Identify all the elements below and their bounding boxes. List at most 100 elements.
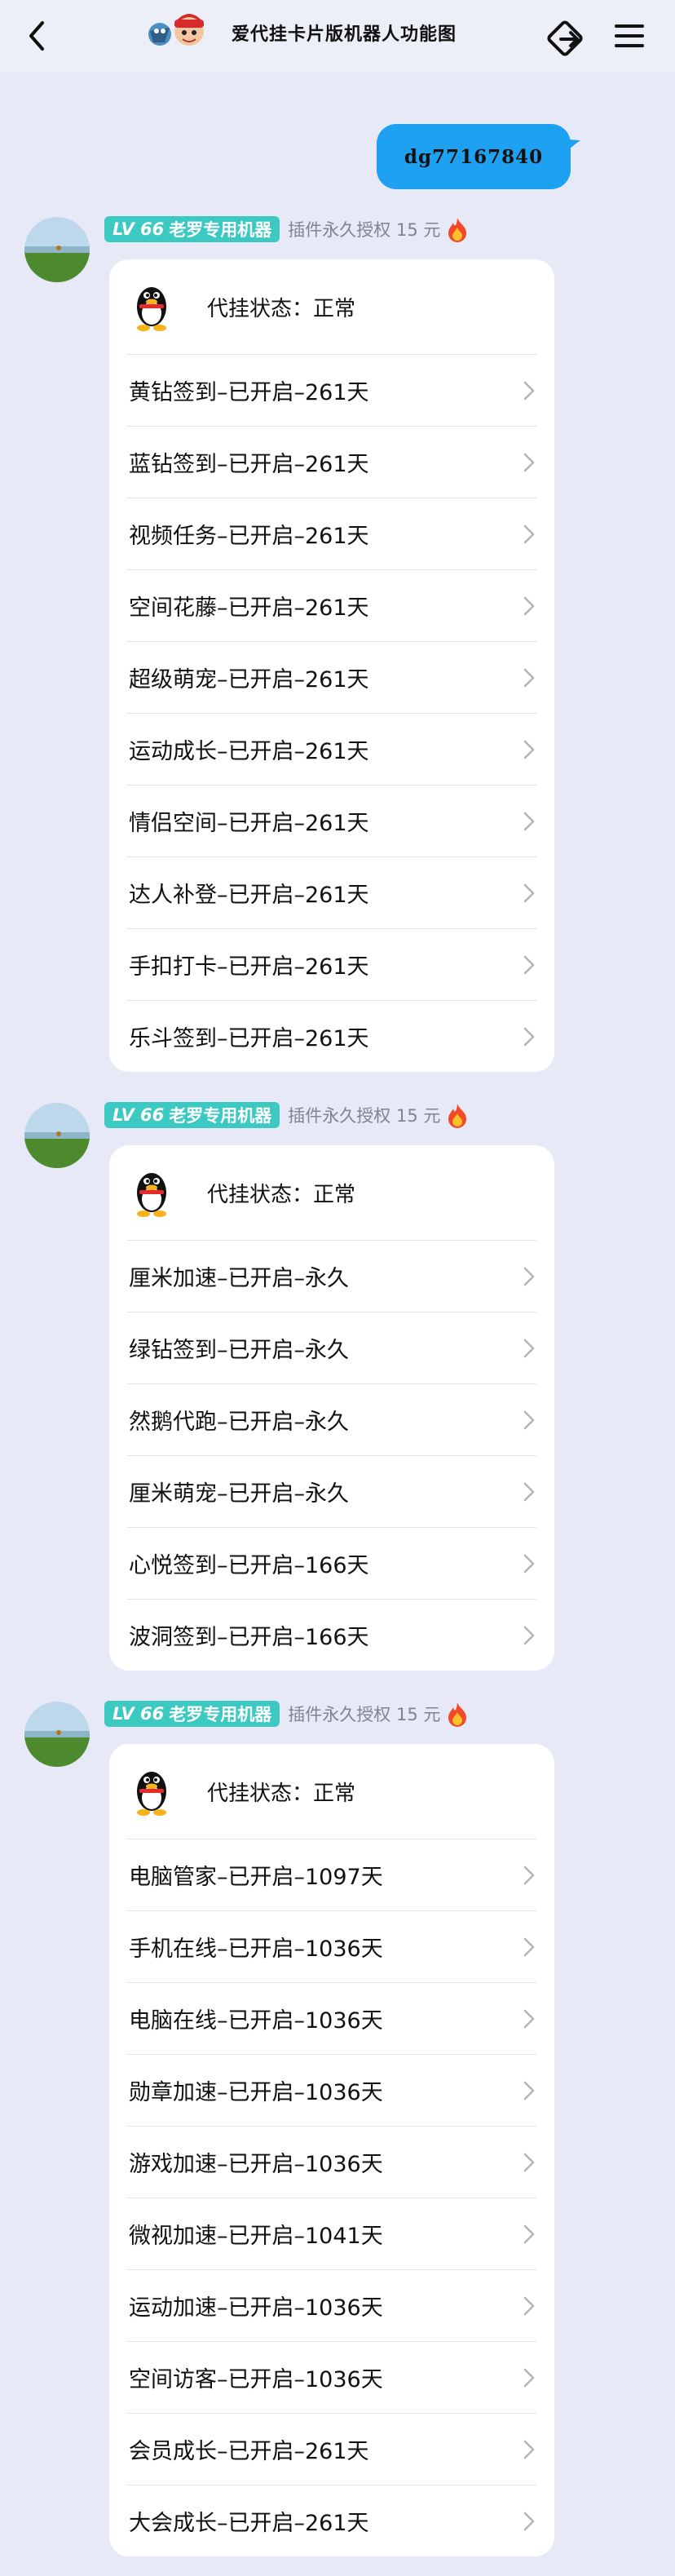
list-item[interactable]: 勋章加速–已开启–1036天 xyxy=(127,2054,536,2126)
chevron-right-icon xyxy=(523,2224,535,2244)
nav-header: 爱代挂卡片版机器人功能图 xyxy=(0,0,675,72)
item-label: 乐斗签到–已开启–261天 xyxy=(129,1026,369,1051)
list-item[interactable]: 空间花藤–已开启–261天 xyxy=(127,569,536,641)
status-text: 代挂状态：正常 xyxy=(207,296,356,321)
status-text: 代挂状态：正常 xyxy=(207,1781,356,1806)
level-badge: LV 66 老罗专用机器 xyxy=(104,216,280,242)
item-label: 微视加速–已开启–1041天 xyxy=(129,2224,383,2249)
auth-text: 插件永久授权 15 元 xyxy=(288,1705,441,1724)
item-label: 视频任务–已开启–261天 xyxy=(129,524,369,549)
status-card: 代挂状态：正常 电脑管家–已开启–1097天 手机在线–已开启–1036天 电脑… xyxy=(109,1744,554,2556)
item-label: 达人补登–已开启–261天 xyxy=(129,883,369,908)
item-label: 大会成长–已开启–261天 xyxy=(129,2511,369,2536)
list-item[interactable]: 电脑在线–已开启–1036天 xyxy=(127,1982,536,2054)
item-label: 然鹅代跑–已开启–永久 xyxy=(129,1410,349,1435)
penguin-icon xyxy=(137,1173,166,1217)
avatar[interactable] xyxy=(24,1103,90,1168)
sender-name: 老罗专用机器 xyxy=(169,220,272,240)
chevron-right-icon xyxy=(523,1554,535,1573)
list-item[interactable]: 微视加速–已开启–1041天 xyxy=(127,2198,536,2269)
list-item[interactable]: 会员成长–已开启–261天 xyxy=(127,2413,536,2485)
chevron-right-icon xyxy=(523,1027,535,1047)
item-label: 情侣空间–已开启–261天 xyxy=(129,811,369,836)
item-label: 厘米萌宠–已开启–永久 xyxy=(129,1481,349,1507)
level-label: LV 66 xyxy=(112,1704,165,1724)
chevron-right-icon xyxy=(523,1937,535,1957)
chevron-right-icon xyxy=(523,524,535,544)
chevron-right-icon xyxy=(523,1482,535,1502)
list-item[interactable]: 手机在线–已开启–1036天 xyxy=(127,1910,536,1982)
back-icon[interactable] xyxy=(21,18,54,54)
list-item[interactable]: 大会成长–已开启–261天 xyxy=(127,2485,536,2556)
item-label: 电脑在线–已开启–1036天 xyxy=(129,2008,383,2034)
chevron-right-icon xyxy=(523,1339,535,1358)
list-item[interactable]: 然鹅代跑–已开启–永久 xyxy=(127,1383,536,1455)
list-item[interactable]: 运动加速–已开启–1036天 xyxy=(127,2269,536,2341)
item-label: 电脑管家–已开启–1097天 xyxy=(129,1865,383,1890)
item-label: 蓝钻签到–已开启–261天 xyxy=(129,452,369,477)
avatar-image xyxy=(24,1702,90,1767)
level-label: LV 66 xyxy=(112,1105,165,1125)
item-label: 空间访客–已开启–1036天 xyxy=(129,2367,383,2392)
list-item[interactable]: 蓝钻签到–已开启–261天 xyxy=(127,426,536,498)
list-item[interactable]: 运动成长–已开启–261天 xyxy=(127,713,536,785)
list-item[interactable]: 空间访客–已开启–1036天 xyxy=(127,2341,536,2413)
item-label: 运动加速–已开启–1036天 xyxy=(129,2295,383,2321)
chevron-right-icon xyxy=(523,1267,535,1286)
chevron-right-icon xyxy=(523,955,535,975)
sender-meta: LV 66 老罗专用机器 插件永久授权 15 元 xyxy=(104,1699,470,1728)
chevron-right-icon xyxy=(523,453,535,472)
list-item[interactable]: 心悦签到–已开启–166天 xyxy=(127,1527,536,1599)
list-item[interactable]: 视频任务–已开启–261天 xyxy=(127,498,536,569)
item-label: 运动成长–已开启–261天 xyxy=(129,739,369,764)
item-label: 绿钻签到–已开启–永久 xyxy=(129,1338,349,1363)
item-label: 空间花藤–已开启–261天 xyxy=(129,595,369,621)
list-item[interactable]: 绿钻签到–已开启–永久 xyxy=(127,1312,536,1383)
chevron-right-icon xyxy=(523,2296,535,2316)
share-icon[interactable] xyxy=(545,15,590,57)
sent-message-bubble[interactable]: dg77167840 xyxy=(377,124,571,189)
list-item[interactable]: 电脑管家–已开启–1097天 xyxy=(127,1839,536,1910)
chevron-right-icon xyxy=(523,596,535,616)
penguin-icon xyxy=(137,287,166,331)
auth-text: 插件永久授权 15 元 xyxy=(288,220,441,240)
sender-meta: LV 66 老罗专用机器 插件永久授权 15 元 xyxy=(104,1100,470,1130)
item-label: 心悦签到–已开启–166天 xyxy=(129,1553,369,1578)
avatar[interactable] xyxy=(24,217,90,282)
list-item[interactable]: 厘米萌宠–已开启–永久 xyxy=(127,1455,536,1527)
chevron-right-icon xyxy=(523,381,535,401)
list-item[interactable]: 手扣打卡–已开启–261天 xyxy=(127,928,536,1000)
item-label: 超级萌宠–已开启–261天 xyxy=(129,667,369,693)
list-item[interactable]: 乐斗签到–已开启–261天 xyxy=(127,1000,536,1072)
item-label: 黄钻签到–已开启–261天 xyxy=(129,380,369,405)
chevron-right-icon xyxy=(523,668,535,688)
list-item[interactable]: 厘米加速–已开启–永久 xyxy=(127,1240,536,1312)
item-label: 游戏加速–已开启–1036天 xyxy=(129,2152,383,2177)
chevron-right-icon xyxy=(523,2009,535,2029)
chevron-right-icon xyxy=(523,883,535,903)
chevron-right-icon xyxy=(523,2081,535,2100)
item-label: 会员成长–已开启–261天 xyxy=(129,2439,369,2464)
list-item[interactable]: 达人补登–已开启–261天 xyxy=(127,856,536,928)
fire-icon xyxy=(448,1702,467,1727)
item-label: 手扣打卡–已开启–261天 xyxy=(129,954,369,980)
menu-icon[interactable] xyxy=(611,20,647,52)
item-label: 勋章加速–已开启–1036天 xyxy=(129,2080,383,2105)
list-item[interactable]: 黄钻签到–已开启–261天 xyxy=(127,354,536,426)
chevron-right-icon xyxy=(523,740,535,759)
chevron-right-icon xyxy=(523,2512,535,2531)
avatar[interactable] xyxy=(24,1702,90,1767)
list-item[interactable]: 波洞签到–已开启–166天 xyxy=(127,1599,536,1671)
level-label: LV 66 xyxy=(112,219,165,239)
sender-meta: LV 66 老罗专用机器 插件永久授权 15 元 xyxy=(104,215,470,244)
status-card: 代挂状态：正常 黄钻签到–已开启–261天 蓝钻签到–已开启–261天 视频任务… xyxy=(109,259,554,1072)
list-item[interactable]: 情侣空间–已开启–261天 xyxy=(127,785,536,856)
status-row: 代挂状态：正常 xyxy=(109,1145,554,1240)
list-item[interactable]: 超级萌宠–已开启–261天 xyxy=(127,641,536,713)
fire-icon xyxy=(448,218,467,242)
page-title: 爱代挂卡片版机器人功能图 xyxy=(232,24,457,45)
list-item[interactable]: 游戏加速–已开启–1036天 xyxy=(127,2126,536,2198)
chevron-right-icon xyxy=(523,812,535,831)
sender-name: 老罗专用机器 xyxy=(169,1705,272,1724)
level-badge: LV 66 老罗专用机器 xyxy=(104,1701,280,1727)
